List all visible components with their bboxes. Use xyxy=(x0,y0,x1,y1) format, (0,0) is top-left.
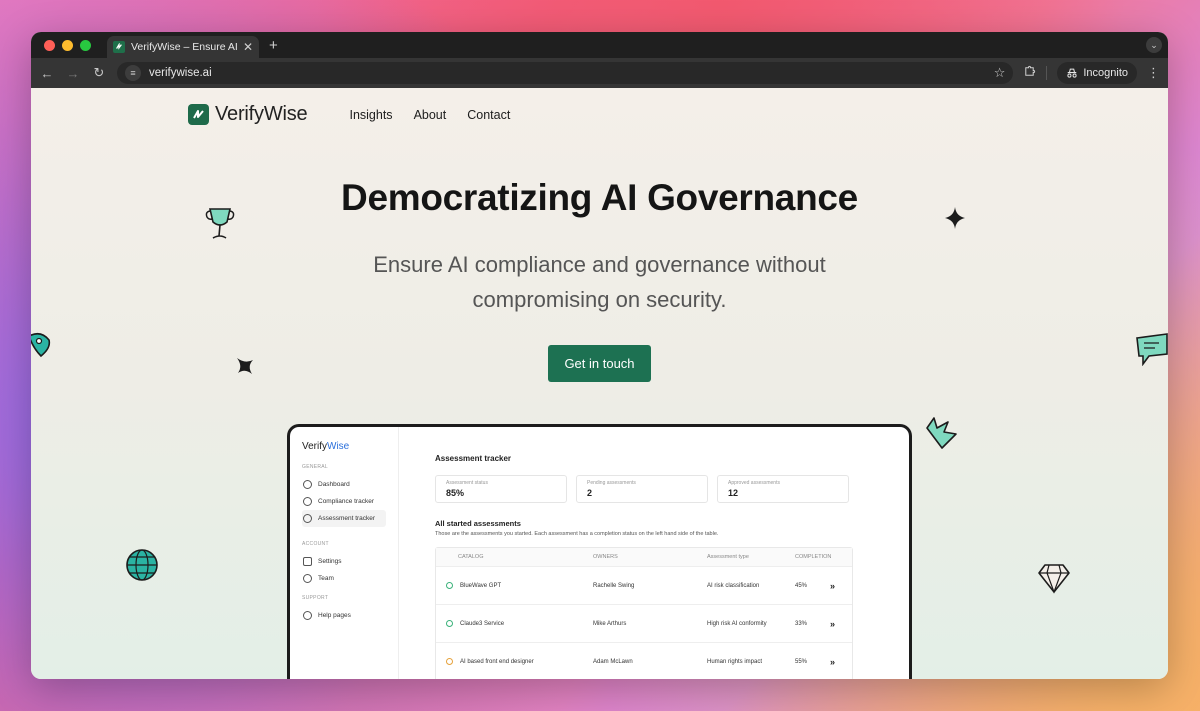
web-page: VerifyWise Insights About Contact Democr… xyxy=(31,88,1168,679)
preview-nav-assessment: Assessment tracker xyxy=(302,510,386,527)
tab-search-icon[interactable]: ⌄ xyxy=(1146,37,1162,53)
stat-value: 12 xyxy=(728,488,739,498)
preview-section-general: GENERAL xyxy=(302,464,328,470)
tab-title: VerifyWise – Ensure AI compl xyxy=(131,41,237,53)
site-header: VerifyWise Insights About Contact xyxy=(188,103,510,126)
browser-menu-icon[interactable]: ⋮ xyxy=(1147,65,1160,81)
brand-name: VerifyWise xyxy=(215,103,308,125)
incognito-badge[interactable]: Incognito xyxy=(1057,62,1137,84)
column-header: COMPLETION xyxy=(795,554,832,560)
crown-icon xyxy=(926,417,957,449)
column-header: Assessment type xyxy=(707,554,749,560)
stat-value: 2 xyxy=(587,488,593,498)
lifebuoy-icon xyxy=(303,611,312,620)
toolbar-divider xyxy=(1046,66,1048,80)
link-icon xyxy=(303,557,312,566)
location-pin-icon xyxy=(31,332,51,358)
assessments-table: CATALOG OWNERS Assessment type COMPLETIO… xyxy=(435,547,853,679)
table-header: CATALOG OWNERS Assessment type COMPLETIO… xyxy=(436,548,852,567)
stat-card: Pending assessments 2 xyxy=(576,475,708,503)
new-tab-button[interactable]: + xyxy=(269,37,278,54)
url-text: verifywise.ai xyxy=(149,67,212,79)
column-header: OWNERS xyxy=(593,554,618,560)
preview-section-account: ACCOUNT xyxy=(302,541,329,547)
info-icon xyxy=(303,514,312,523)
row-arrow-icon: » xyxy=(830,656,836,667)
preview-header: Assessment tracker xyxy=(435,454,512,463)
stat-card: Approved assessments 12 xyxy=(717,475,849,503)
stat-card: Assessment status 85% xyxy=(435,475,567,503)
preview-logo: VerifyWise xyxy=(302,441,350,452)
preview-stats: Assessment status 85% Pending assessment… xyxy=(435,475,853,503)
status-check-icon xyxy=(446,620,453,627)
forward-arrow-icon[interactable]: → xyxy=(65,66,81,81)
incognito-icon xyxy=(1067,68,1077,78)
chat-bubble-icon xyxy=(1136,333,1168,366)
preview-nav-compliance: Compliance tracker xyxy=(302,493,386,510)
extensions-icon[interactable] xyxy=(1023,65,1036,81)
hero-title: Democratizing AI Governance xyxy=(341,177,858,218)
browser-toolbar: ← → ↻ ≡ verifywise.ai ☆ Incognito ⋮ xyxy=(31,58,1168,88)
preview-section-support: SUPPORT xyxy=(302,595,329,601)
sparkle-icon xyxy=(945,207,965,229)
preview-nav-team: Team xyxy=(302,570,386,587)
close-tab-icon[interactable]: ✕ xyxy=(243,40,253,54)
app-preview: VerifyWise GENERAL Dashboard Compliance … xyxy=(287,424,912,679)
nav-link-about[interactable]: About xyxy=(414,108,447,122)
browser-tab[interactable]: VerifyWise – Ensure AI compl ✕ xyxy=(107,36,259,58)
hero-subtitle: Ensure AI compliance and governance with… xyxy=(373,252,826,312)
preview-sidebar: VerifyWise GENERAL Dashboard Compliance … xyxy=(290,427,399,679)
browser-window: VerifyWise – Ensure AI compl ✕ + ⌄ ← → ↻… xyxy=(31,32,1168,679)
status-check-icon xyxy=(446,582,453,589)
verifywise-favicon-icon xyxy=(113,41,125,53)
diamond-icon xyxy=(1038,564,1070,594)
nav-link-insights[interactable]: Insights xyxy=(349,108,392,122)
preview-main: Assessment tracker Assessment status 85%… xyxy=(435,454,853,679)
tab-bar: VerifyWise – Ensure AI compl ✕ + ⌄ xyxy=(31,32,1168,58)
get-in-touch-button[interactable]: Get in touch xyxy=(548,345,651,382)
preview-section-desc: Those are the assessments you started. E… xyxy=(435,531,719,537)
star-icon xyxy=(237,358,253,374)
globe-icon xyxy=(303,497,312,506)
stat-label: Approved assessments xyxy=(728,480,780,486)
back-arrow-icon[interactable]: ← xyxy=(39,66,55,81)
window-controls xyxy=(44,39,91,51)
minimize-window-button[interactable] xyxy=(62,39,73,51)
table-row: BlueWave GPT Rachelle Swing AI risk clas… xyxy=(436,567,852,605)
info-icon xyxy=(303,480,312,489)
trophy-icon xyxy=(205,208,235,239)
site-nav-links: Insights About Contact xyxy=(349,108,510,122)
site-info-icon[interactable]: ≡ xyxy=(125,65,141,81)
bookmark-star-icon[interactable]: ☆ xyxy=(994,65,1006,81)
table-row: Claude3 Service Mike Arthurs High risk A… xyxy=(436,605,852,643)
status-warning-icon xyxy=(446,658,453,665)
preview-section-title: All started assessments xyxy=(435,519,521,528)
site-logo[interactable]: VerifyWise xyxy=(188,103,308,126)
preview-nav-dashboard: Dashboard xyxy=(302,476,386,493)
maximize-window-button[interactable] xyxy=(80,39,91,51)
column-header: CATALOG xyxy=(458,554,484,560)
address-bar[interactable]: ≡ verifywise.ai ☆ xyxy=(117,62,1014,84)
gear-icon xyxy=(303,574,312,583)
globe-icon xyxy=(126,549,158,581)
incognito-label: Incognito xyxy=(1083,67,1128,79)
stat-value: 85% xyxy=(446,488,465,498)
preview-nav-help: Help pages xyxy=(302,607,386,624)
nav-link-contact[interactable]: Contact xyxy=(467,108,510,122)
logo-mark-icon xyxy=(188,104,209,125)
table-row: AI based front end designer Adam McLawn … xyxy=(436,643,852,679)
row-arrow-icon: » xyxy=(830,618,836,629)
close-window-button[interactable] xyxy=(44,39,55,51)
row-arrow-icon: » xyxy=(830,580,836,591)
stat-label: Pending assessments xyxy=(587,480,636,486)
reload-icon[interactable]: ↻ xyxy=(91,65,107,81)
stat-label: Assessment status xyxy=(446,480,488,486)
preview-nav-settings: Settings xyxy=(302,553,386,570)
